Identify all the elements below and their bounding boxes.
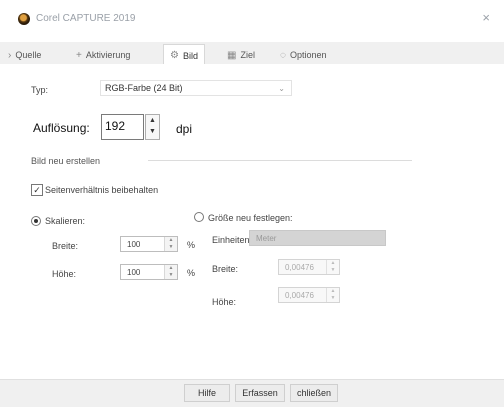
scale-height-input[interactable]: 100 ▲ ▼ <box>120 264 178 280</box>
tab-label: Optionen <box>289 50 327 60</box>
title-bar: Corel CAPTURE 2019 × <box>0 0 504 34</box>
type-label: Typ: <box>31 85 49 95</box>
new-width-input[interactable]: 0,00476 ▲ ▼ <box>278 259 340 275</box>
tab-panel-bild: Typ: RGB-Farbe (24 Bit) ⌄ Auflösung: 192… <box>0 64 504 379</box>
grid-icon: ▦ <box>227 49 237 61</box>
keep-ratio-checkbox[interactable]: ✓ <box>31 184 43 196</box>
window-title: Corel CAPTURE 2019 <box>36 13 136 24</box>
spinner-icon[interactable]: ▲ ▼ <box>164 265 177 279</box>
new-size-radio[interactable] <box>194 212 204 222</box>
tab-quelle[interactable]: › Quelle <box>8 46 41 64</box>
group-label: Bild neu erstellen <box>31 156 101 166</box>
type-combo[interactable]: RGB-Farbe (24 Bit) ⌄ <box>100 80 292 96</box>
tab-ziel[interactable]: ▦ Ziel <box>227 46 255 64</box>
scale-width-unit: % <box>187 240 196 250</box>
units-label: Einheiten: <box>212 235 253 245</box>
chevron-right-icon: › <box>8 49 12 61</box>
spinner-icon[interactable]: ▲ ▼ <box>326 288 339 302</box>
scale-width-label: Breite: <box>52 241 79 251</box>
scale-radio[interactable] <box>31 216 41 226</box>
spin-down-icon[interactable]: ▼ <box>149 128 156 135</box>
scale-height-label: Höhe: <box>52 269 77 279</box>
scale-width-value: 100 <box>127 240 141 249</box>
scale-height-unit: % <box>187 268 196 278</box>
new-height-input[interactable]: 0,00476 ▲ ▼ <box>278 287 340 303</box>
resolution-input[interactable]: 192 <box>101 114 144 140</box>
group-divider <box>148 160 412 161</box>
tab-bild[interactable]: ⚙ Bild <box>163 44 205 66</box>
scale-height-value: 100 <box>127 268 141 277</box>
dialog-window: Corel CAPTURE 2019 × › Quelle + Aktivier… <box>0 0 504 407</box>
new-width-label: Breite: <box>212 264 239 274</box>
tab-strip: › Quelle + Aktivierung ⚙ Bild ▦ Ziel ◌ O… <box>0 42 504 66</box>
chevron-down-icon: ⌄ <box>278 84 285 93</box>
spin-down-icon[interactable]: ▼ <box>169 244 174 250</box>
scale-width-input[interactable]: 100 ▲ ▼ <box>120 236 178 252</box>
new-height-value: 0,00476 <box>285 291 314 300</box>
type-value: RGB-Farbe (24 Bit) <box>105 83 183 93</box>
units-combo[interactable]: Meter <box>249 230 386 246</box>
resolution-unit: dpi <box>176 122 193 136</box>
scale-label: Skalieren: <box>45 216 86 226</box>
tab-label: Ziel <box>240 50 255 60</box>
close-icon[interactable]: × <box>482 10 490 25</box>
capture-button[interactable]: Erfassen <box>235 384 285 402</box>
spinner-icon[interactable]: ▲ ▼ <box>164 237 177 251</box>
keep-ratio-label: Seitenverhältnis beibehalten <box>45 185 159 195</box>
spin-up-icon[interactable]: ▲ <box>331 260 336 266</box>
tab-label: Aktivierung <box>85 50 131 60</box>
new-height-label: Höhe: <box>212 297 237 307</box>
spinner-icon[interactable]: ▲ ▼ <box>326 260 339 274</box>
spin-up-icon[interactable]: ▲ <box>331 288 336 294</box>
spin-down-icon[interactable]: ▼ <box>331 295 336 301</box>
circle-icon: ◌ <box>280 49 286 61</box>
spin-up-icon[interactable]: ▲ <box>169 237 174 243</box>
new-size-label: Größe neu festlegen: <box>208 213 293 223</box>
new-width-value: 0,00476 <box>285 263 314 272</box>
tab-label: Quelle <box>15 50 42 60</box>
plus-icon: + <box>76 49 82 61</box>
help-button[interactable]: Hilfe <box>184 384 230 402</box>
resolution-spinner[interactable]: ▲ ▼ <box>145 114 160 140</box>
spin-down-icon[interactable]: ▼ <box>169 272 174 278</box>
spin-down-icon[interactable]: ▼ <box>331 267 336 273</box>
spin-up-icon[interactable]: ▲ <box>169 265 174 271</box>
tab-aktivierung[interactable]: + Aktivierung <box>76 46 130 64</box>
spin-up-icon[interactable]: ▲ <box>149 117 156 124</box>
tab-optionen[interactable]: ◌ Optionen <box>280 46 326 64</box>
button-bar: Hilfe Erfassen chließen <box>0 379 504 407</box>
app-icon <box>18 13 30 25</box>
gear-icon: ⚙ <box>170 50 179 61</box>
tab-label: Bild <box>182 50 198 61</box>
close-button[interactable]: chließen <box>290 384 338 402</box>
resolution-label: Auflösung: <box>33 121 90 135</box>
